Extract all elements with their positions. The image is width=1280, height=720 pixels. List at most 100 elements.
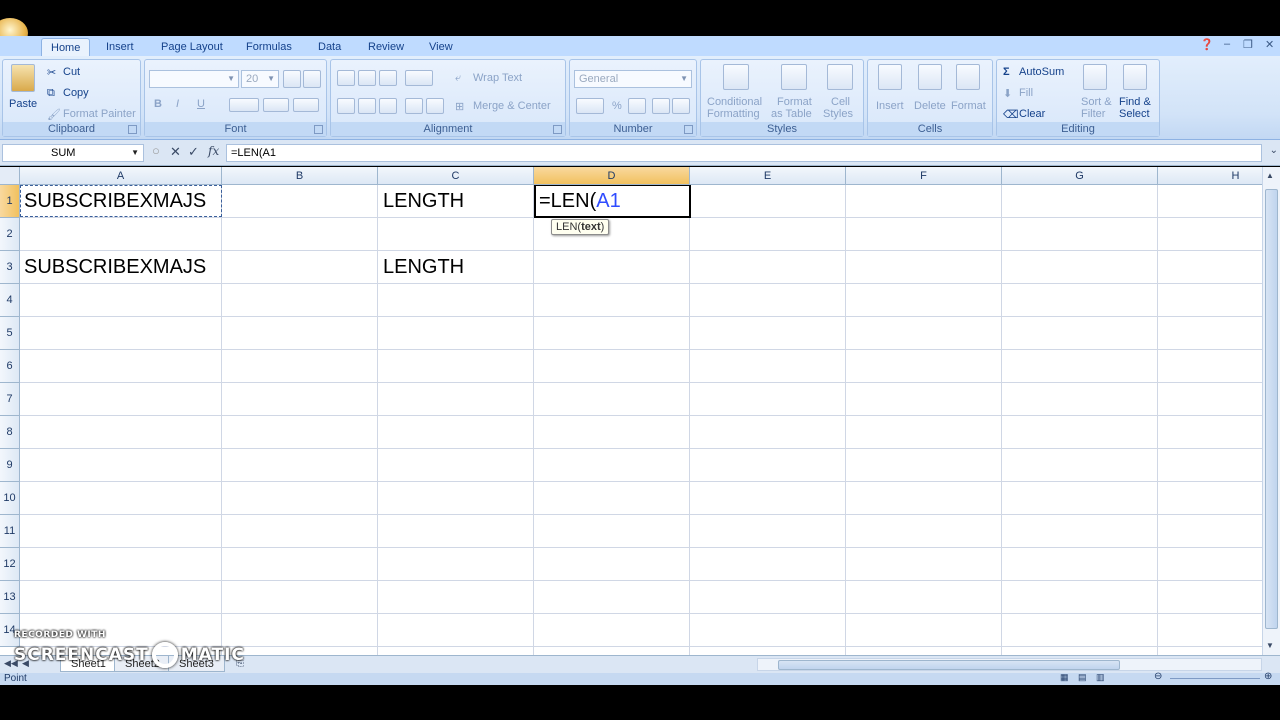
row-header-7[interactable]: 7: [0, 383, 20, 416]
delete-cells-icon[interactable]: [918, 64, 942, 90]
help-icon[interactable]: ❓: [1200, 38, 1214, 51]
close-icon[interactable]: ✕: [1265, 38, 1274, 51]
tooltip-argument[interactable]: text: [581, 221, 601, 233]
tab-home[interactable]: Home: [41, 38, 91, 56]
cell-styles-button-line2[interactable]: Styles: [823, 108, 853, 120]
column-header-f[interactable]: F: [846, 167, 1002, 185]
page-break-view-icon[interactable]: ▥: [1096, 672, 1105, 683]
align-left-icon[interactable]: [337, 98, 355, 114]
underline-button[interactable]: U: [197, 98, 205, 110]
clipboard-launcher-icon[interactable]: [128, 125, 137, 134]
tab-page-layout[interactable]: Page Layout: [152, 38, 232, 56]
copy-button[interactable]: Copy: [63, 87, 89, 99]
align-top-icon[interactable]: [337, 70, 355, 86]
format-cells-button[interactable]: Format: [951, 100, 986, 112]
scissors-icon[interactable]: ✂: [47, 66, 56, 79]
row-header-8[interactable]: 8: [0, 416, 20, 449]
column-header-h[interactable]: H: [1158, 167, 1262, 185]
sort-filter-button-line2[interactable]: Filter: [1081, 108, 1105, 120]
format-as-table-button-line2[interactable]: as Table: [771, 108, 812, 120]
normal-view-icon[interactable]: ▦: [1060, 672, 1069, 683]
column-header-d[interactable]: D: [534, 167, 690, 185]
find-select-button-line2[interactable]: Select: [1119, 108, 1150, 120]
font-name-combo[interactable]: ▼: [149, 70, 239, 88]
expand-formula-bar-icon[interactable]: ⌄: [1270, 145, 1278, 156]
scroll-down-icon[interactable]: ▼: [1266, 641, 1274, 650]
copy-icon[interactable]: ⧉: [47, 87, 55, 100]
minimize-icon[interactable]: –: [1224, 38, 1230, 50]
sort-filter-icon[interactable]: [1083, 64, 1107, 90]
fill-icon[interactable]: ⬇: [1003, 87, 1012, 100]
number-launcher-icon[interactable]: [684, 125, 693, 134]
wrap-text-button[interactable]: Wrap Text: [473, 72, 522, 84]
clear-button[interactable]: Clear: [1019, 108, 1045, 120]
fill-button[interactable]: Fill: [1019, 87, 1033, 99]
bold-button[interactable]: B: [154, 98, 162, 110]
column-header-c[interactable]: C: [378, 167, 534, 185]
fill-color-icon[interactable]: [263, 98, 289, 112]
format-as-table-button[interactable]: Format: [777, 96, 812, 108]
row-header-6[interactable]: 6: [0, 350, 20, 383]
binoculars-icon[interactable]: [1123, 64, 1147, 90]
insert-function-button[interactable]: fx: [208, 144, 219, 158]
vertical-scroll-thumb[interactable]: [1265, 189, 1278, 629]
column-header-e[interactable]: E: [690, 167, 846, 185]
worksheet-grid[interactable]: A B C D E F G H 1 2 3 4 5 6 7 8 9 10 11 …: [0, 167, 1262, 655]
row-header-9[interactable]: 9: [0, 449, 20, 482]
tab-review[interactable]: Review: [359, 38, 413, 56]
align-center-icon[interactable]: [358, 98, 376, 114]
page-layout-view-icon[interactable]: ▤: [1078, 672, 1087, 683]
number-format-combo[interactable]: General ▼: [574, 70, 692, 88]
scroll-up-icon[interactable]: ▲: [1266, 171, 1274, 180]
paste-button[interactable]: Paste: [9, 98, 37, 110]
row-header-12[interactable]: 12: [0, 548, 20, 581]
comma-style-icon[interactable]: [628, 98, 646, 114]
column-header-b[interactable]: B: [222, 167, 378, 185]
cell-a3[interactable]: SUBSCRIBEXMAJS: [24, 256, 206, 279]
find-select-button[interactable]: Find &: [1119, 96, 1151, 108]
horizontal-scrollbar[interactable]: [757, 658, 1262, 671]
insert-cells-button[interactable]: Insert: [876, 100, 904, 112]
restore-icon[interactable]: ❐: [1243, 38, 1253, 51]
increase-decimal-icon[interactable]: [652, 98, 670, 114]
zoom-out-icon[interactable]: ⊖: [1154, 671, 1162, 682]
increase-indent-icon[interactable]: [426, 98, 444, 114]
align-bottom-icon[interactable]: [379, 70, 397, 86]
paste-icon[interactable]: [11, 64, 35, 92]
cell-styles-button[interactable]: Cell: [831, 96, 850, 108]
wrap-text-icon[interactable]: ⤶: [455, 72, 461, 85]
cut-button[interactable]: Cut: [63, 66, 80, 78]
column-header-a[interactable]: A: [20, 167, 222, 185]
conditional-formatting-button-line2[interactable]: Formatting: [707, 108, 760, 120]
font-color-icon[interactable]: [293, 98, 319, 112]
formula-input[interactable]: =LEN(A1: [226, 144, 1262, 162]
sigma-icon[interactable]: Σ: [1003, 66, 1010, 78]
tab-formulas[interactable]: Formulas: [237, 38, 301, 56]
grow-font-icon[interactable]: [283, 70, 301, 88]
merge-center-icon[interactable]: ⊞: [455, 100, 464, 113]
delete-cells-button[interactable]: Delete: [914, 100, 946, 112]
row-header-3[interactable]: 3: [0, 251, 20, 284]
tab-data[interactable]: Data: [309, 38, 350, 56]
cell-c1[interactable]: LENGTH: [383, 190, 464, 213]
percent-button[interactable]: %: [612, 100, 622, 112]
horizontal-scroll-thumb[interactable]: [778, 660, 1120, 670]
currency-icon[interactable]: [576, 98, 604, 114]
row-header-2[interactable]: 2: [0, 218, 20, 251]
row-header-10[interactable]: 10: [0, 482, 20, 515]
sort-filter-button[interactable]: Sort &: [1081, 96, 1112, 108]
shrink-font-icon[interactable]: [303, 70, 321, 88]
cell-c3[interactable]: LENGTH: [383, 256, 464, 279]
chevron-down-icon[interactable]: ▼: [131, 145, 139, 161]
row-header-4[interactable]: 4: [0, 284, 20, 317]
enter-check-icon[interactable]: ✓: [188, 144, 199, 160]
cell-styles-icon[interactable]: [827, 64, 853, 90]
font-launcher-icon[interactable]: [314, 125, 323, 134]
format-cells-icon[interactable]: [956, 64, 980, 90]
row-header-13[interactable]: 13: [0, 581, 20, 614]
vertical-scrollbar[interactable]: ▲ ▼: [1262, 167, 1280, 655]
zoom-slider[interactable]: [1170, 678, 1260, 679]
decrease-indent-icon[interactable]: [405, 98, 423, 114]
format-painter-button[interactable]: Format Painter: [63, 108, 136, 120]
orientation-icon[interactable]: [405, 70, 433, 86]
